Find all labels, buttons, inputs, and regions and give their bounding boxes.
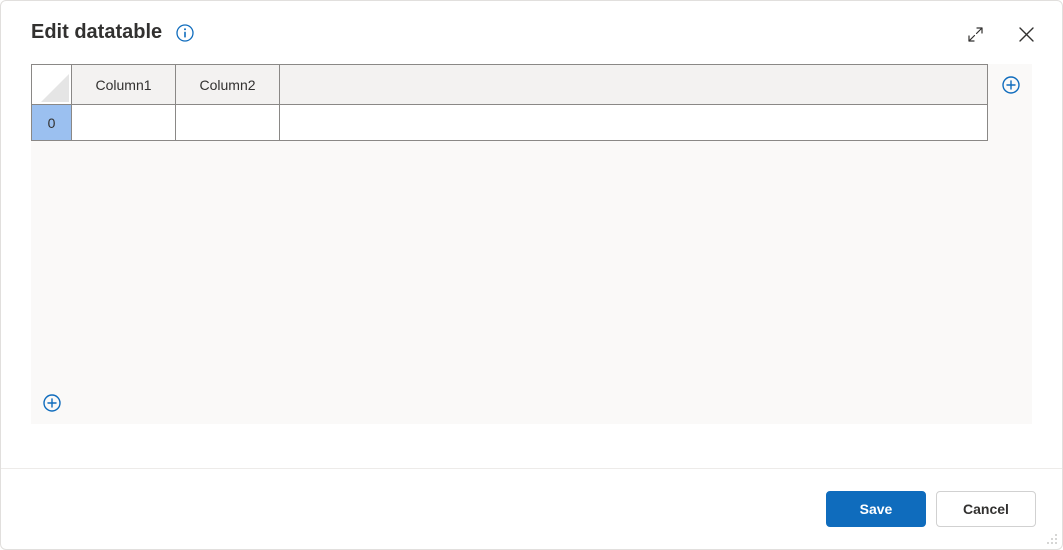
column-header[interactable]: Column1 [72,65,176,105]
table-cell[interactable] [72,105,176,141]
datatable[interactable]: Column1 Column2 0 [31,64,988,141]
plus-circle-icon [1002,76,1020,94]
info-icon[interactable] [176,24,194,42]
dialog-header: Edit datatable [1,1,1062,54]
close-icon[interactable] [1015,23,1038,46]
cancel-button[interactable]: Cancel [936,491,1036,527]
dialog-footer: Save Cancel [1,468,1062,549]
table-cell[interactable] [176,105,280,141]
datatable-grid-wrapper: Column1 Column2 0 [31,64,1032,424]
column-header[interactable] [280,65,988,105]
plus-circle-icon [43,394,61,412]
save-button[interactable]: Save [826,491,926,527]
select-all-corner[interactable] [32,65,72,105]
dialog-title: Edit datatable [31,21,162,44]
header-row: Column1 Column2 [32,65,988,105]
row-index-header[interactable]: 0 [32,105,72,141]
content-area: Column1 Column2 0 [1,54,1062,468]
table-row: 0 [32,105,988,141]
add-row-button[interactable] [43,394,61,412]
resize-grip-icon[interactable] [1044,531,1058,545]
column-header[interactable]: Column2 [176,65,280,105]
expand-icon[interactable] [964,23,987,46]
header-controls [964,23,1038,46]
add-column-button[interactable] [1002,76,1020,94]
edit-datatable-dialog: Edit datatable [0,0,1063,550]
corner-triangle-icon [41,74,69,102]
table-cell[interactable] [280,105,988,141]
